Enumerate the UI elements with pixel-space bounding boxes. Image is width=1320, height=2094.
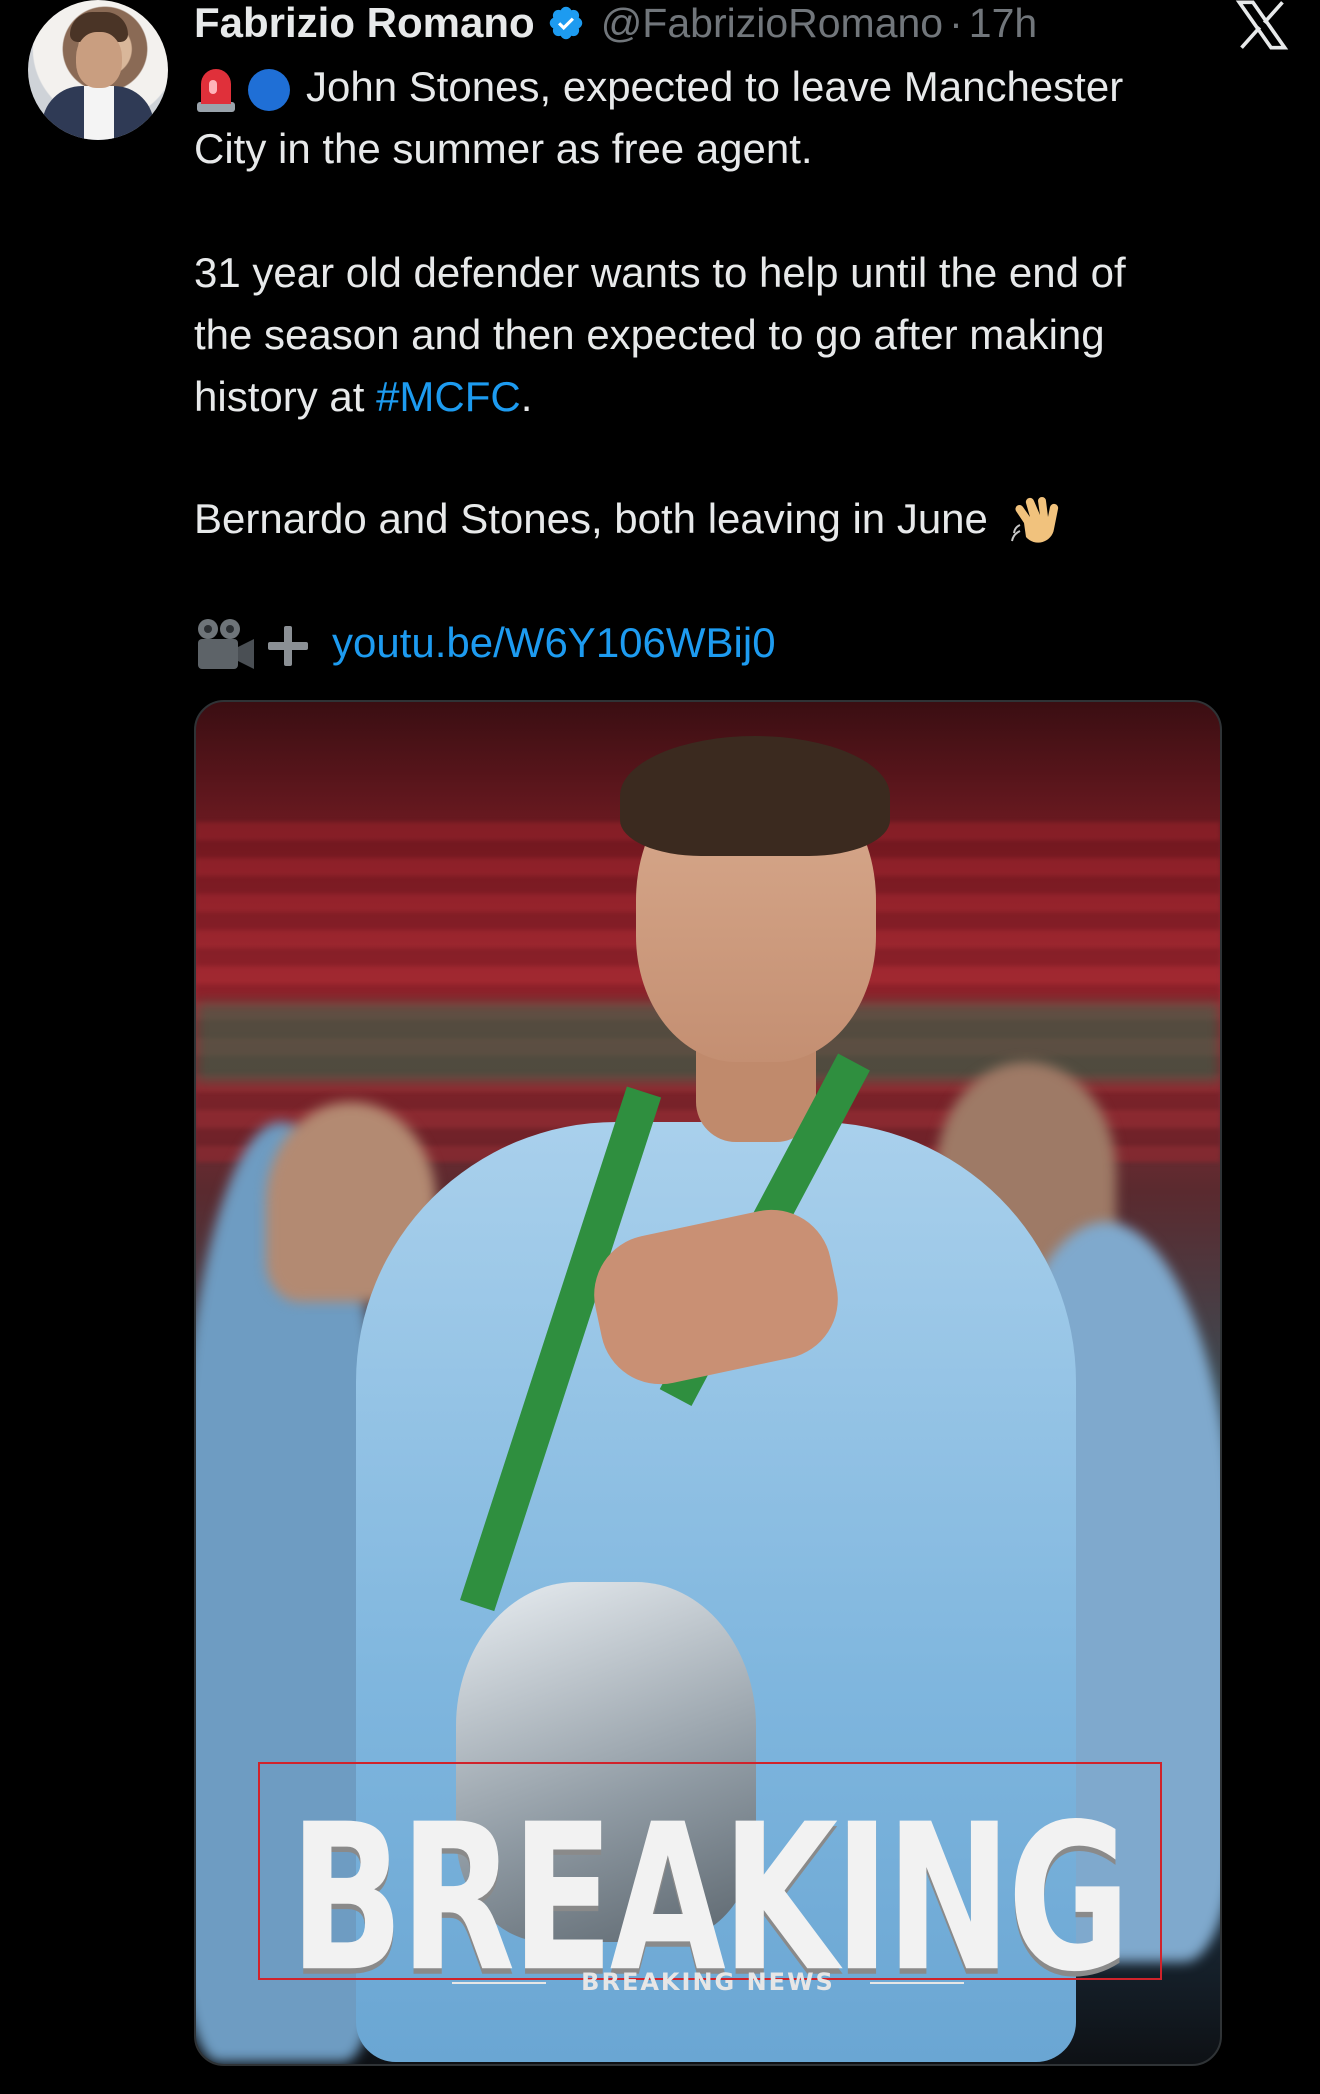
tweet-text-segment: . [520, 373, 533, 420]
tweet-text-line: John Stones, expected to leave Mancheste… [306, 63, 1124, 110]
media-image[interactable]: BREAKING BREAKING NEWS [194, 700, 1222, 2066]
avatar[interactable] [28, 0, 168, 140]
separator-dot: · [949, 0, 963, 46]
tweet-header: Fabrizio Romano @FabrizioRomano · 17h [194, 0, 1037, 48]
tweet-line-3: 31 year old defender wants to help until… [194, 249, 1126, 296]
tweet-line-2: City in the summer as free agent. [194, 125, 813, 172]
siren-emoji-icon [197, 68, 235, 112]
x-logo-icon [1235, 0, 1289, 50]
tweet-line-1: John Stones, expected to leave Mancheste… [194, 56, 1123, 118]
breaking-subheadline: BREAKING NEWS [581, 1968, 835, 1996]
player-hair [620, 736, 890, 856]
waving-hand-emoji-icon [1010, 496, 1058, 543]
tweet-text-line: Bernardo and Stones, both leaving in Jun… [194, 495, 988, 542]
tweet-text-segment: history at [194, 373, 377, 420]
verified-badge-icon [549, 6, 582, 40]
tweet-line-5: history at #MCFC. [194, 366, 532, 428]
hashtag-mcfc-link[interactable]: #MCFC [376, 373, 521, 420]
youtube-link[interactable]: youtu.be/W6Y106WBij0 [332, 619, 776, 666]
tweet-line-4: the season and then expected to go after… [194, 311, 1105, 358]
plus-icon [268, 625, 308, 666]
blue-circle-emoji-icon [248, 68, 290, 111]
tweet-time[interactable]: 17h [969, 0, 1037, 47]
tweet-line-6: Bernardo and Stones, both leaving in Jun… [194, 488, 1070, 551]
author-name[interactable]: Fabrizio Romano [194, 0, 535, 47]
author-handle[interactable]: @FabrizioRomano [601, 0, 943, 47]
link-line: youtu.be/W6Y106WBij0 [194, 612, 776, 675]
video-camera-emoji-icon [198, 618, 254, 669]
